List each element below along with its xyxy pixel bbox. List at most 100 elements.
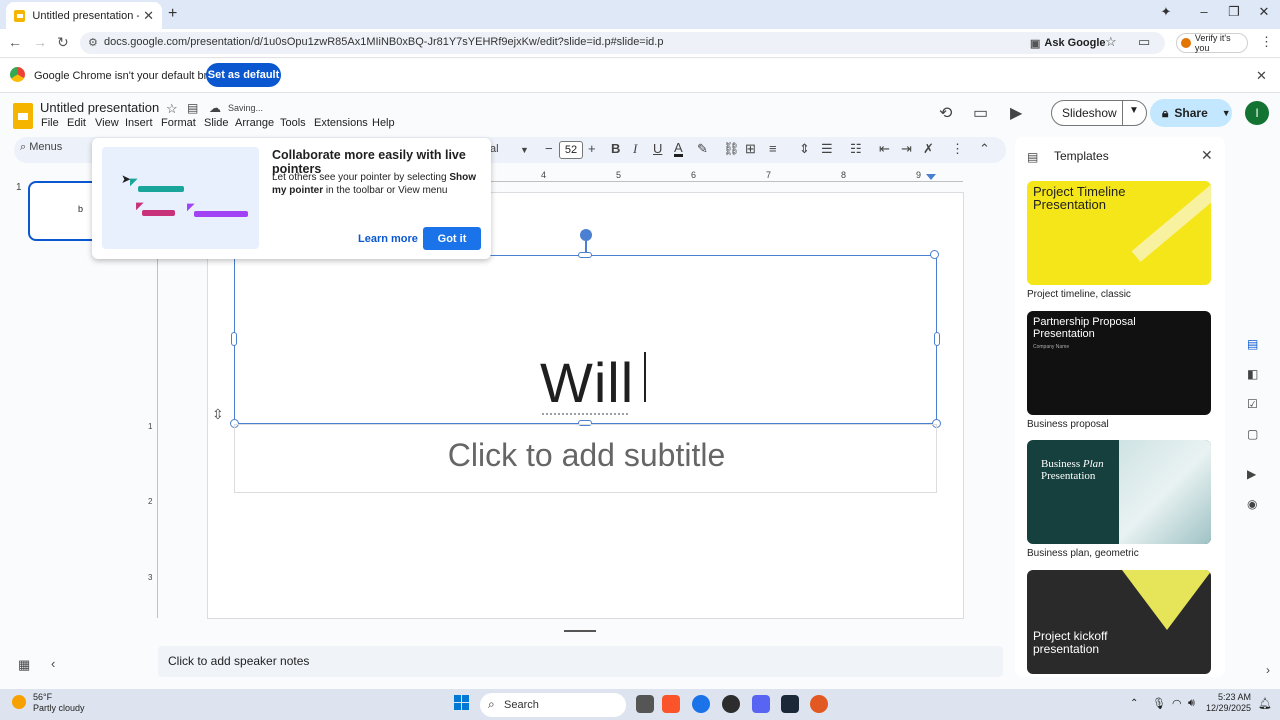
resize-handle[interactable]	[231, 332, 237, 346]
new-tab-icon[interactable]: +	[168, 5, 177, 23]
meet-icon[interactable]: ▶	[1010, 103, 1022, 123]
bulleted-list-icon[interactable]: ☰	[821, 141, 833, 157]
microphone-icon[interactable]: 🎙︎	[1152, 697, 1166, 710]
share-dropdown-icon[interactable]: ▼	[1222, 108, 1231, 118]
speaker-notes[interactable]: Click to add speaker notes	[158, 646, 1003, 677]
collapse-toolbar-icon[interactable]: ⌃	[979, 141, 990, 157]
decrease-indent-icon[interactable]: ⇤	[879, 141, 890, 157]
share-button[interactable]: 🔒︎ Share ▼	[1150, 99, 1232, 127]
menu-extensions[interactable]: Extensions	[314, 117, 368, 129]
version-history-icon[interactable]: ⟲	[939, 103, 952, 123]
slideshow-dropdown-icon[interactable]: ▼	[1129, 105, 1139, 116]
taskbar-search[interactable]: ⌕ Search	[480, 693, 626, 717]
numbered-list-icon[interactable]: ☷	[850, 141, 862, 157]
indent-marker-icon[interactable]	[926, 174, 936, 180]
clear-formatting-icon[interactable]: ✗	[923, 141, 934, 157]
menu-help[interactable]: Help	[372, 117, 395, 129]
site-info-icon[interactable]: ⚙	[88, 36, 98, 49]
steam-icon[interactable]	[781, 695, 799, 713]
brave-icon[interactable]	[662, 695, 680, 713]
menu-insert[interactable]: Insert	[125, 117, 153, 129]
expand-side-panel-icon[interactable]: ›	[1266, 663, 1270, 677]
keep-icon[interactable]: ◧	[1247, 367, 1258, 381]
got-it-button[interactable]: Got it	[423, 227, 481, 250]
template-card-business-plan[interactable]: Business Plan Presentation	[1027, 440, 1211, 544]
link-icon[interactable]: ⛓	[723, 141, 740, 157]
gemini-icon[interactable]: ✦	[1152, 4, 1180, 20]
menu-format[interactable]: Format	[161, 117, 196, 129]
avatar[interactable]: I	[1245, 101, 1269, 125]
rotate-handle[interactable]	[580, 229, 592, 241]
resize-handle[interactable]	[578, 252, 592, 258]
resize-handle[interactable]	[934, 332, 940, 346]
minimize-icon[interactable]: –	[1190, 4, 1218, 19]
align-icon[interactable]: ≡	[769, 141, 777, 156]
task-view-icon[interactable]	[636, 695, 654, 713]
wifi-icon[interactable]: ◠	[1172, 697, 1182, 710]
search-menus-button[interactable]: ⌕ Menus	[20, 141, 62, 154]
resize-handle[interactable]	[930, 250, 939, 259]
italic-icon[interactable]: I	[633, 141, 637, 157]
move-folder-icon[interactable]: ▤	[187, 101, 198, 115]
start-button[interactable]	[454, 695, 470, 711]
volume-icon[interactable]: 🔊︎	[1188, 697, 1195, 710]
increase-font-icon[interactable]: +	[588, 141, 596, 156]
menu-view[interactable]: View	[95, 117, 119, 129]
text-color-icon[interactable]: A	[674, 141, 683, 157]
decrease-font-icon[interactable]: −	[545, 141, 553, 156]
grid-view-icon[interactable]: ▦	[18, 657, 30, 673]
increase-indent-icon[interactable]: ⇥	[901, 141, 912, 157]
chrome-taskbar-icon[interactable]	[692, 695, 710, 713]
template-card-project-timeline[interactable]: Project Timeline Presentation	[1027, 181, 1211, 285]
addons-icon[interactable]: ◉	[1247, 497, 1257, 511]
collapse-filmstrip-icon[interactable]: ‹	[51, 656, 55, 671]
template-card-business-proposal[interactable]: Partnership Proposal Presentation Compan…	[1027, 311, 1211, 415]
bookmark-star-icon[interactable]: ☆	[1105, 34, 1117, 50]
subtitle-textbox[interactable]: Click to add subtitle	[234, 424, 937, 493]
notification-icon[interactable]: 🔔︎	[1258, 697, 1272, 710]
templates-sidebar-icon[interactable]: ▤	[1247, 337, 1258, 351]
weather-widget[interactable]: 56°F Partly cloudy	[33, 692, 85, 714]
line-spacing-icon[interactable]: ⇕	[799, 141, 810, 157]
notes-resize-handle[interactable]	[564, 630, 596, 632]
template-card-project-kickoff[interactable]: Project kickoff presentation	[1027, 570, 1211, 674]
more-tools-icon[interactable]: ⋮	[951, 141, 964, 157]
close-panel-icon[interactable]: ✕	[1201, 147, 1213, 164]
verify-profile-button[interactable]: Verify it's you	[1176, 33, 1248, 53]
highlight-icon[interactable]: ✎	[697, 141, 708, 157]
close-tab-icon[interactable]: ✕	[143, 8, 154, 24]
comments-icon[interactable]: ▭	[973, 103, 988, 123]
presenter-icon[interactable]: ▶	[1247, 467, 1256, 481]
ask-google-button[interactable]: ▣ Ask Google	[1030, 33, 1106, 53]
browser-tab[interactable]: Untitled presentation - Google ✕	[6, 2, 162, 29]
learn-more-link[interactable]: Learn more	[358, 233, 418, 245]
taskbar-clock[interactable]: 5:23 AM 12/29/2025	[1206, 692, 1251, 714]
slideshow-button[interactable]: Slideshow ▼	[1051, 100, 1147, 126]
app-icon[interactable]	[810, 695, 828, 713]
menu-tools[interactable]: Tools	[280, 117, 306, 129]
tray-overflow-icon[interactable]: ⌃	[1130, 698, 1138, 709]
insert-comment-icon[interactable]: ⊞	[745, 141, 756, 157]
slide-title-text[interactable]: Will	[540, 350, 634, 415]
star-icon[interactable]: ☆	[166, 101, 178, 117]
cast-icon[interactable]: ▭	[1138, 34, 1150, 50]
drive-icon[interactable]: ▢	[1247, 427, 1258, 441]
discord-icon[interactable]	[752, 695, 770, 713]
tasks-icon[interactable]: ☑	[1247, 397, 1258, 411]
close-window-icon[interactable]: ✕	[1250, 4, 1278, 20]
more-menu-icon[interactable]: ⋮	[1260, 34, 1273, 50]
text-padding-icon[interactable]: ⇳	[212, 406, 224, 423]
underline-icon[interactable]: U	[653, 141, 662, 156]
font-dropdown-icon[interactable]: ▼	[520, 145, 529, 155]
app-icon[interactable]	[722, 695, 740, 713]
set-default-button[interactable]: Set as default	[206, 63, 281, 87]
document-title[interactable]: Untitled presentation	[40, 100, 159, 115]
font-size-input[interactable]: 52	[559, 141, 583, 159]
bold-icon[interactable]: B	[611, 141, 620, 156]
close-infobar-icon[interactable]: ✕	[1256, 68, 1267, 84]
slides-logo-icon[interactable]	[13, 103, 33, 129]
menu-slide[interactable]: Slide	[204, 117, 228, 129]
reload-icon[interactable]: ↻	[57, 34, 69, 51]
menu-edit[interactable]: Edit	[67, 117, 86, 129]
forward-icon[interactable]: →	[33, 34, 47, 50]
